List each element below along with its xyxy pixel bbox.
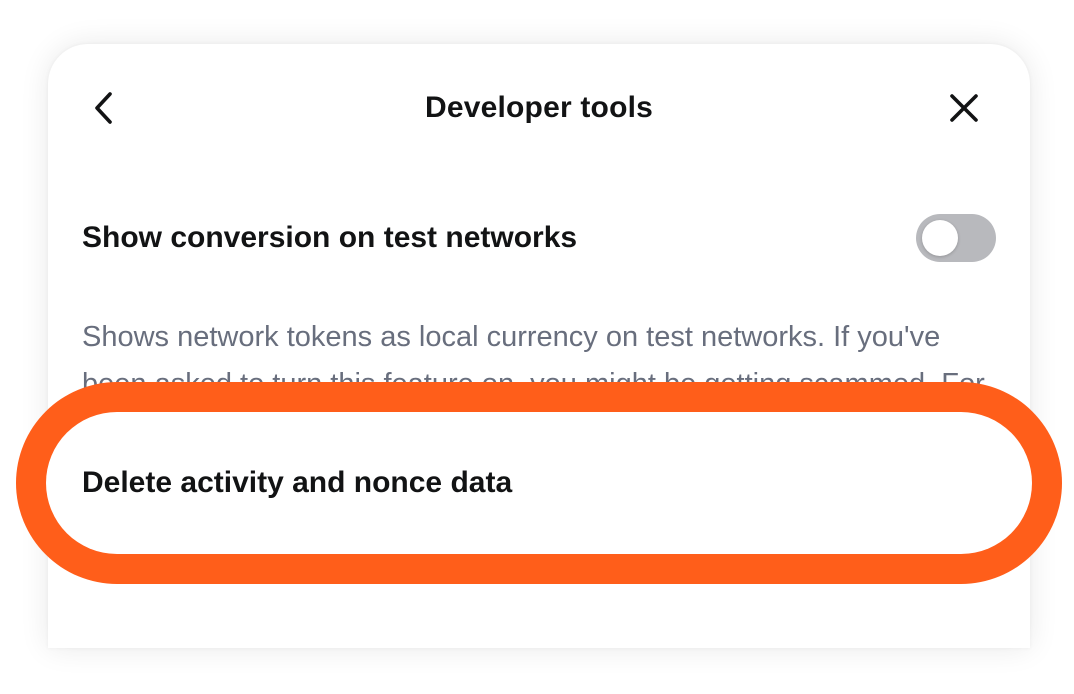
toggle-knob xyxy=(922,220,958,256)
delete-activity-label: Delete activity and nonce data xyxy=(82,466,513,499)
header: Developer tools xyxy=(48,44,1030,174)
show-conversion-toggle[interactable] xyxy=(916,214,996,262)
highlight-outline: Delete activity and nonce data xyxy=(16,382,1062,584)
show-conversion-label: Show conversion on test networks xyxy=(82,221,578,254)
close-icon xyxy=(950,94,978,122)
delete-activity-button[interactable]: Delete activity and nonce data xyxy=(46,412,1032,554)
screen: Developer tools Show conversion on test … xyxy=(0,0,1074,694)
close-button[interactable] xyxy=(944,88,984,128)
page-title: Developer tools xyxy=(424,91,654,124)
